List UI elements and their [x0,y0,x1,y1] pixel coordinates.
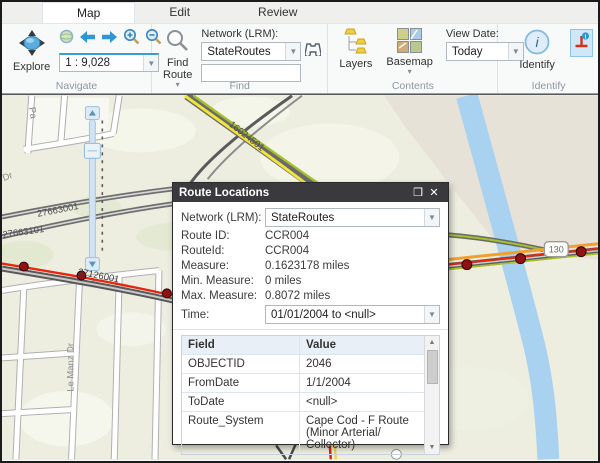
scroll-down-icon[interactable]: ▼ [429,441,436,454]
dlg-min-measure-label: Min. Measure: [181,275,254,287]
group-navigate-label: Navigate [55,80,98,92]
col-field-header[interactable]: Field [182,336,300,354]
svg-text:130: 130 [549,245,564,255]
previous-extent-icon[interactable] [79,30,96,49]
basemap-button[interactable]: Basemap ▾ [381,27,437,76]
dlg-routeid-label: Route ID: [181,230,230,242]
cell-field: FromDate [182,374,300,392]
table-row[interactable]: FromDate 1/1/2004 [182,374,424,393]
zoom-slider-track[interactable] [88,119,96,260]
identify-icon: i [523,28,551,59]
dlg-max-measure-label: Max. Measure: [181,290,258,302]
dlg-network-combo[interactable]: StateRoutes ▼ [265,208,440,227]
dialog-body: Network (LRM): StateRoutes ▼ Route ID: C… [173,202,448,459]
table-header-row: Field Value [182,336,424,355]
dlg-measure-label: Measure: [181,260,229,272]
dlg-time-value: 01/01/2004 to <null> [271,308,376,321]
network-lrm-combo[interactable]: StateRoutes ▼ [201,42,302,61]
identify-route-icon: i [573,32,590,53]
map-scale-combo[interactable]: 1 : 9,028 ▼ [59,53,160,72]
find-route-label: Find [166,57,189,69]
map-route-shield: 130 [543,241,569,258]
tab-review[interactable]: Review [224,2,331,23]
find-route-icon [165,28,191,57]
next-extent-icon[interactable] [101,30,118,49]
cell-value: Cape Cod - F Route (Minor Arterial/ Coll… [306,415,409,451]
group-identify-label: Identify [531,80,566,92]
cell-field: OBJECTID [182,355,300,373]
dlg-network-value: StateRoutes [271,211,335,224]
cell-value: 2046 [306,358,332,370]
identify-label: Identify [519,59,555,71]
tab-edit[interactable]: Edit [135,2,224,23]
layers-icon [342,28,370,58]
close-icon[interactable]: ✕ [426,186,442,199]
scrollbar-thumb[interactable] [426,350,438,384]
dlg-routeid2-value: CCR004 [265,245,310,257]
layers-button[interactable]: Layers [334,27,377,71]
chevron-down-icon[interactable]: ▼ [424,209,439,226]
dialog-title: Route Locations [179,186,270,199]
group-navigate: Explore 1: 9,028 ▼ Navigate [2,24,162,93]
dlg-routeid-value: CCR004 [265,230,310,242]
chevron-down-icon[interactable]: ▼ [285,43,301,60]
explore-button[interactable]: Explore [8,27,55,74]
maximize-icon[interactable]: ❒ [410,186,426,199]
group-find: Find Route ▾ Network (LRM): StateRoutes … [152,24,329,93]
table-row[interactable]: Route_System Cape Cod - F Route (Minor A… [182,412,424,454]
zoom-in-icon[interactable] [123,28,140,50]
chevron-down-icon[interactable]: ▼ [424,306,439,323]
route-locations-dialog: Route Locations ❒ ✕ Network (LRM): State… [172,182,449,455]
attributes-table: Field Value OBJECTID 2046 FromDate 1/1/2… [181,335,440,455]
application-window: Map Edit Review Explore 1: 9,028 ▼ Navi… [0,0,600,463]
map-scale-value: 1 : 9,028 [65,57,111,69]
group-contents-label: Contents [391,80,434,92]
dropdown-caret-icon: ▾ [407,67,412,76]
svg-text:Le Manz Dr: Le Manz Dr [65,343,76,392]
ribbon-tabstrip: Map Edit Review [2,2,598,24]
dlg-measure-value: 0.1623178 miles [265,260,350,272]
group-identify: i Identify i Identify [498,24,598,93]
binoculars-icon[interactable] [304,42,323,61]
table-row[interactable]: OBJECTID 2046 [182,355,424,374]
group-contents: Layers Basemap ▾ View Date: Today ▼ Cont… [328,24,524,93]
identify-route-locations-button[interactable]: i [569,29,593,57]
full-extent-icon[interactable] [59,29,74,49]
explore-icon [17,28,47,61]
cell-field: ToDate [182,393,300,411]
dlg-max-measure-value: 0.8072 miles [265,290,331,302]
dlg-routeid2-label: RouteId: [181,245,225,257]
dlg-time-combo[interactable]: 01/01/2004 to <null> ▼ [265,305,440,324]
group-find-label: Find [229,80,250,92]
col-value-header[interactable]: Value [300,336,424,354]
network-lrm-label: Network (LRM): [201,28,279,40]
dlg-min-measure-value: 0 miles [265,275,302,287]
dialog-divider [173,329,448,330]
identify-button[interactable]: i Identify [514,27,559,72]
network-lrm-value: StateRoutes [207,45,271,58]
dialog-titlebar[interactable]: Route Locations ❒ ✕ [173,183,448,202]
basemap-icon [397,28,423,56]
table-row[interactable]: ToDate <null> [182,393,424,412]
scroll-up-icon[interactable]: ▲ [429,336,436,349]
cell-value: <null> [306,396,338,408]
explore-label: Explore [13,61,51,73]
cell-value: 1/1/2004 [306,377,351,389]
ribbon: Explore 1: 9,028 ▼ Navigate Find Route … [2,24,598,94]
cell-field: Route_System [182,412,300,454]
dlg-network-label: Network (LRM): [181,211,262,224]
tab-map[interactable]: Map [42,2,136,23]
dlg-time-label: Time: [181,308,210,321]
layers-label: Layers [339,58,373,70]
table-scrollbar[interactable]: ▲ ▼ [424,336,439,454]
